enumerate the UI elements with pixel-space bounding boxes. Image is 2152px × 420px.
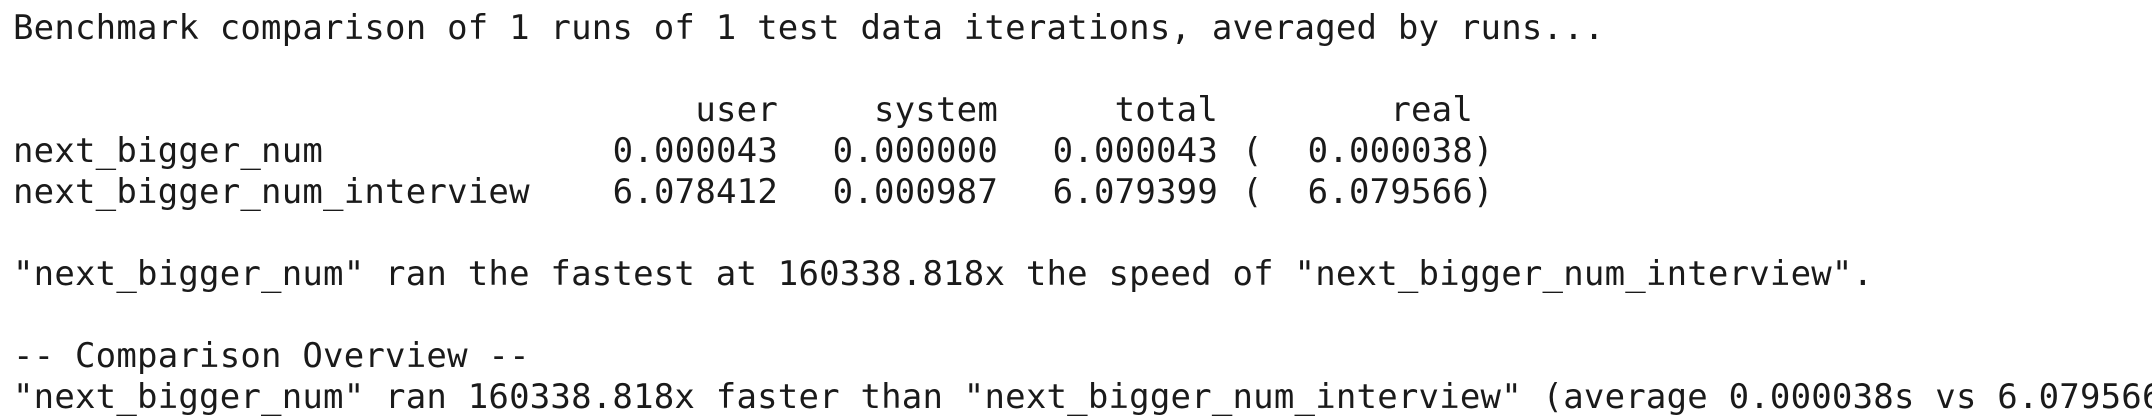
comparison-overview-line: "next_bigger_num" ran 160338.818x faster… xyxy=(13,377,2152,417)
open-paren: ( xyxy=(1242,172,1263,212)
user-time: 0.000043 xyxy=(612,131,778,171)
total-time: 6.079399 xyxy=(1052,172,1218,212)
table-row: next_bigger_num_interview 6.078412 0.000… xyxy=(13,172,2152,213)
user-column-header: user xyxy=(695,90,778,130)
table-row: next_bigger_num 0.000043 0.000000 0.0000… xyxy=(13,131,2152,172)
user-time: 6.078412 xyxy=(612,172,778,212)
comparison-overview-header: -- Comparison Overview -- xyxy=(13,336,530,376)
total-column-header: total xyxy=(1114,90,1218,130)
system-time: 0.000000 xyxy=(832,131,998,171)
column-headers: user system total real xyxy=(13,90,2152,131)
system-column-header: system xyxy=(873,90,998,130)
paren-spacer xyxy=(1218,90,1288,131)
real-column-header: real xyxy=(1390,90,1473,130)
terminal-output: Benchmark comparison of 1 runs of 1 test… xyxy=(13,8,2152,418)
close-paren: ) xyxy=(1473,131,1494,171)
close-paren: ) xyxy=(1473,172,1494,212)
benchmark-name: next_bigger_num_interview xyxy=(13,172,530,212)
real-time: 6.079566 xyxy=(1307,172,1473,212)
benchmark-header: Benchmark comparison of 1 runs of 1 test… xyxy=(13,8,1605,48)
real-time: 0.000038 xyxy=(1307,131,1473,171)
system-time: 0.000987 xyxy=(832,172,998,212)
open-paren: ( xyxy=(1242,131,1263,171)
fastest-summary: "next_bigger_num" ran the fastest at 160… xyxy=(13,254,1874,294)
benchmark-name: next_bigger_num xyxy=(13,131,324,171)
total-time: 0.000043 xyxy=(1052,131,1218,171)
name-column-spacer xyxy=(13,90,558,131)
